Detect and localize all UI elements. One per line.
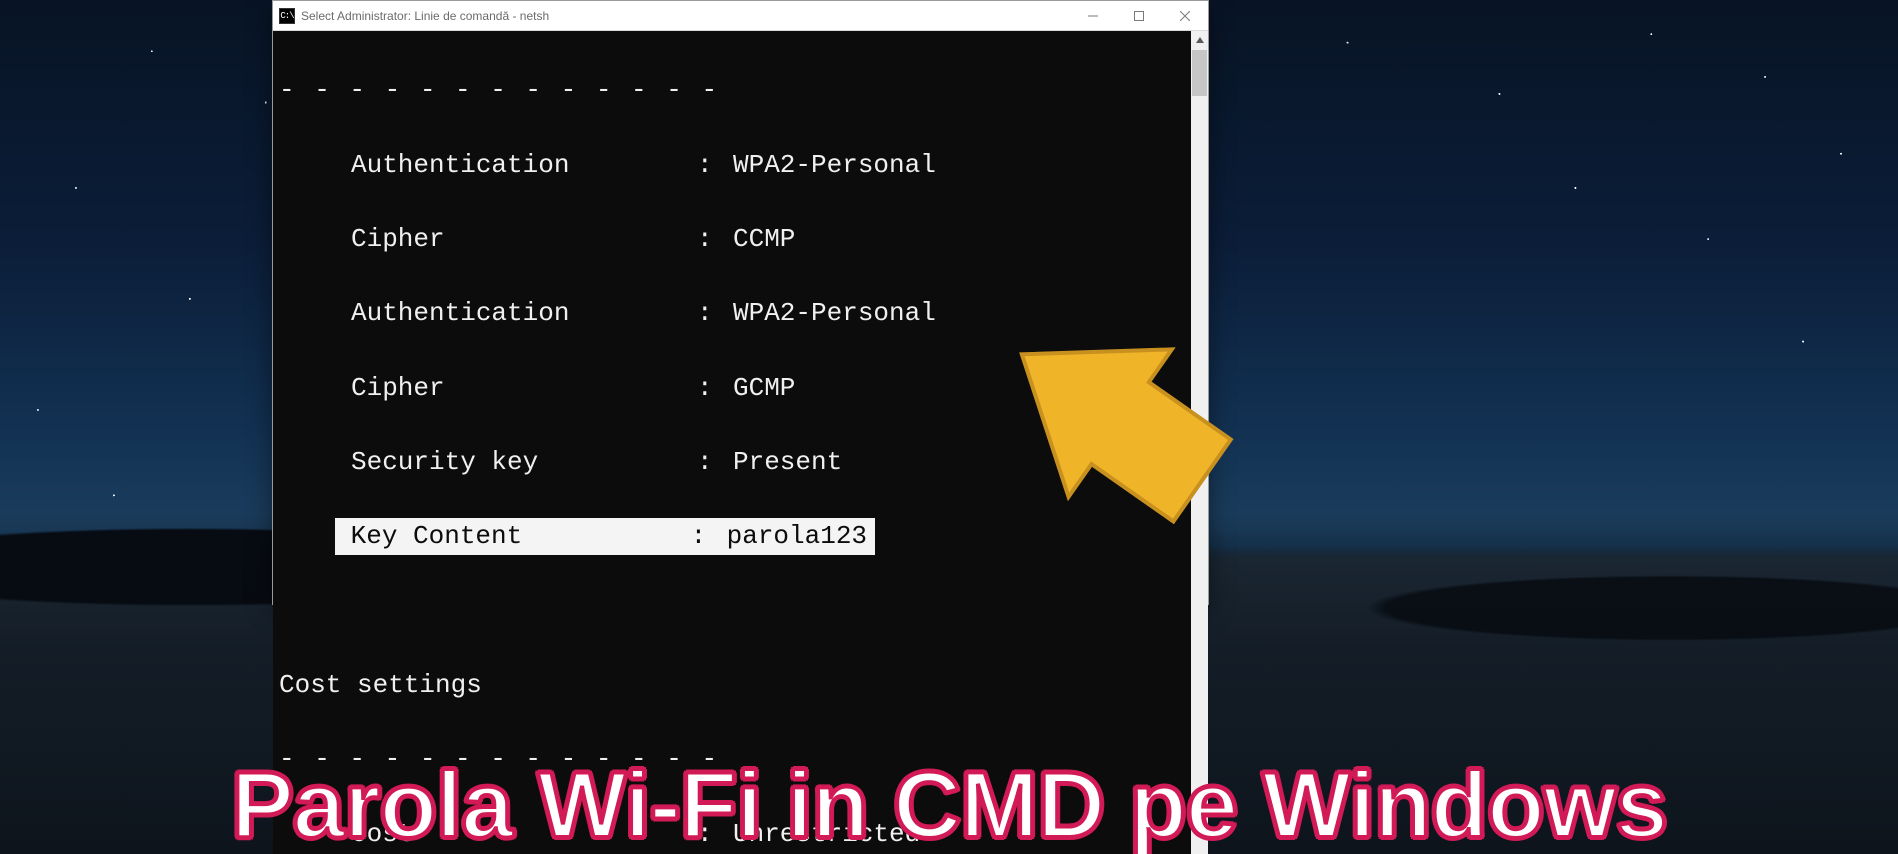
- maximize-icon: [1134, 11, 1144, 21]
- chevron-up-icon: [1196, 37, 1204, 43]
- minimize-button[interactable]: [1070, 1, 1116, 31]
- scroll-up-button[interactable]: [1191, 31, 1208, 48]
- close-icon: [1180, 11, 1190, 21]
- close-button[interactable]: [1162, 1, 1208, 31]
- output-line-key-content: Key Content:parola123: [279, 518, 1191, 555]
- output-line-authentication-2: Authentication:WPA2-Personal: [279, 295, 1191, 332]
- terminal-client[interactable]: - - - - - - - - - - - - - Authentication…: [273, 31, 1208, 854]
- section-header-cost: Cost settings: [279, 667, 1191, 704]
- maximize-button[interactable]: [1116, 1, 1162, 31]
- output-line-security-key: Security key:Present: [279, 444, 1191, 481]
- vertical-scrollbar[interactable]: [1191, 31, 1208, 854]
- terminal-output[interactable]: - - - - - - - - - - - - - Authentication…: [273, 31, 1191, 854]
- cmd-icon: C:\: [279, 8, 295, 24]
- output-line-authentication-1: Authentication:WPA2-Personal: [279, 147, 1191, 184]
- scrollbar-track[interactable]: [1191, 48, 1208, 854]
- blank-line: [279, 593, 1191, 630]
- annotation-caption: Parola Wi-Fi in CMD pe Windows: [0, 758, 1898, 852]
- window-title: Select Administrator: Linie de comandă -…: [301, 9, 1070, 23]
- titlebar[interactable]: C:\ Select Administrator: Linie de coman…: [273, 1, 1208, 31]
- section-divider: - - - - - - - - - - - - -: [279, 72, 1191, 109]
- scrollbar-thumb[interactable]: [1192, 50, 1207, 96]
- output-line-cipher-1: Cipher:CCMP: [279, 221, 1191, 258]
- output-line-cipher-2: Cipher:GCMP: [279, 370, 1191, 407]
- cmd-window: C:\ Select Administrator: Linie de coman…: [272, 0, 1209, 605]
- minimize-icon: [1088, 11, 1098, 21]
